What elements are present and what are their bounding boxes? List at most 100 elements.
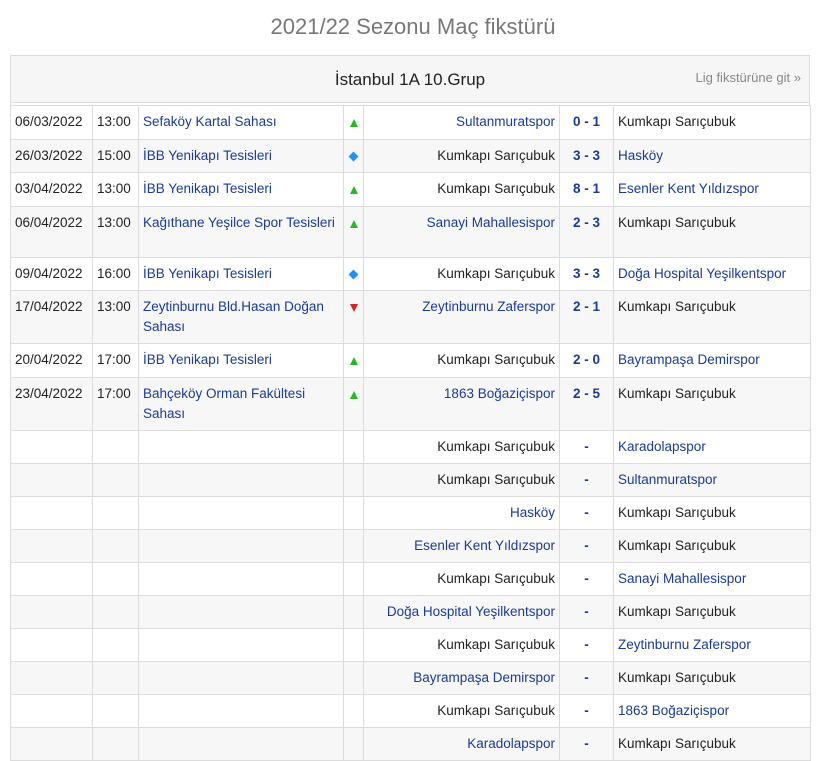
match-date-text: 26/03/2022: [15, 148, 83, 163]
fixture-body: 06/03/2022 13:00 Sefaköy Kartal Sahası Sult…: [10, 105, 811, 761]
home-team-text[interactable]: Sultanmuratspor: [456, 114, 555, 129]
away-team-text: Kumkapı Sarıçubuk: [618, 386, 736, 401]
match-time: 13:00: [92, 206, 139, 258]
result-empty: [343, 628, 364, 662]
match-venue[interactable]: Sefaköy Kartal Sahası: [138, 105, 344, 140]
match-date-text: 06/04/2022: [15, 215, 83, 230]
diamond-icon: [348, 269, 359, 280]
away-team-text[interactable]: Karadolapspor: [618, 439, 706, 454]
match-venue-text[interactable]: İBB Yenikapı Tesisleri: [143, 266, 272, 281]
match-score-text: 2 - 1: [572, 299, 600, 314]
match-date-text: 17/04/2022: [15, 299, 83, 314]
home-team[interactable]: Zeytinburnu Zaferspor: [363, 290, 560, 344]
away-team[interactable]: Zeytinburnu Zaferspor: [613, 628, 811, 662]
away-team-text[interactable]: Hasköy: [618, 148, 663, 163]
match-score-text: -: [584, 703, 589, 718]
match-score: 2 - 3: [559, 206, 614, 258]
match-venue-text[interactable]: Zeytinburnu Bld.Hasan Doğan Sahası: [143, 299, 324, 334]
match-venue[interactable]: Zeytinburnu Bld.Hasan Doğan Sahası: [138, 290, 344, 344]
match-date: 09/04/2022: [10, 257, 93, 291]
match-score-text: 8 - 1: [572, 181, 600, 196]
away-team[interactable]: Karadolapspor: [613, 430, 811, 464]
table-row: Karadolapspor - Kumkapı Sarıçubuk: [10, 727, 811, 761]
triangle-up-icon: [349, 220, 358, 228]
match-venue-text[interactable]: Bahçeköy Orman Fakültesi Sahası: [143, 386, 305, 421]
home-team[interactable]: Sultanmuratspor: [363, 105, 560, 140]
result-empty: [343, 661, 364, 695]
match-date: [10, 430, 93, 464]
match-score-text: -: [584, 472, 589, 487]
away-team[interactable]: Esenler Kent Yıldızspor: [613, 172, 811, 207]
fixture-panel: İstanbul 1A 10.Grup Lig fikstürüne git »…: [10, 55, 811, 761]
home-team: Kumkapı Sarıçubuk: [363, 463, 560, 497]
home-team[interactable]: Karadolapspor: [363, 727, 560, 761]
home-team-text[interactable]: Doğa Hospital Yeşilkentspor: [387, 604, 555, 619]
page-title: 2021/22 Sezonu Maç fikstürü: [270, 14, 556, 39]
match-venue: [138, 628, 344, 662]
match-score-text: 2 - 0: [572, 352, 600, 367]
away-team-text[interactable]: 1863 Boğaziçispor: [618, 703, 729, 718]
away-team[interactable]: 1863 Boğaziçispor: [613, 694, 811, 728]
match-venue-text[interactable]: İBB Yenikapı Tesisleri: [143, 181, 272, 196]
away-team-text[interactable]: Esenler Kent Yıldızspor: [618, 181, 759, 196]
table-row: Kumkapı Sarıçubuk - Karadolapspor: [10, 430, 811, 464]
away-team-text: Kumkapı Sarıçubuk: [618, 299, 736, 314]
away-team: Kumkapı Sarıçubuk: [613, 727, 811, 761]
match-venue-text[interactable]: İBB Yenikapı Tesisleri: [143, 148, 272, 163]
home-team-text[interactable]: Karadolapspor: [467, 736, 555, 751]
match-venue: [138, 595, 344, 629]
away-team[interactable]: Bayrampaşa Demirspor: [613, 343, 811, 378]
result-draw-icon: [343, 257, 364, 291]
match-venue[interactable]: Kağıthane Yeşilce Spor Tesisleri: [138, 206, 344, 258]
match-venue[interactable]: İBB Yenikapı Tesisleri: [138, 257, 344, 291]
result-win-icon: [343, 206, 364, 258]
home-team-text[interactable]: 1863 Boğaziçispor: [444, 386, 555, 401]
match-venue-text[interactable]: Kağıthane Yeşilce Spor Tesisleri: [143, 215, 335, 230]
home-team[interactable]: Hasköy: [363, 496, 560, 530]
home-team-text[interactable]: Sanayi Mahallesispor: [427, 215, 555, 230]
away-team-text[interactable]: Sultanmuratspor: [618, 472, 717, 487]
match-score: 3 - 3: [559, 257, 614, 291]
match-time: [92, 628, 139, 662]
away-team[interactable]: Sanayi Mahallesispor: [613, 562, 811, 596]
match-venue-text[interactable]: Sefaköy Kartal Sahası: [143, 114, 277, 129]
home-team-text[interactable]: Zeytinburnu Zaferspor: [422, 299, 555, 314]
match-score: -: [559, 727, 614, 761]
match-venue[interactable]: İBB Yenikapı Tesisleri: [138, 343, 344, 378]
match-venue[interactable]: İBB Yenikapı Tesisleri: [138, 172, 344, 207]
away-team[interactable]: Hasköy: [613, 139, 811, 173]
home-team-text[interactable]: Hasköy: [510, 505, 555, 520]
result-empty: [343, 727, 364, 761]
match-date: [10, 595, 93, 629]
away-team[interactable]: Sultanmuratspor: [613, 463, 811, 497]
away-team-text[interactable]: Doğa Hospital Yeşilkentspor: [618, 266, 786, 281]
away-team-text[interactable]: Sanayi Mahallesispor: [618, 571, 746, 586]
match-venue[interactable]: İBB Yenikapı Tesisleri: [138, 139, 344, 173]
home-team[interactable]: Doğa Hospital Yeşilkentspor: [363, 595, 560, 629]
match-date: [10, 463, 93, 497]
away-team-text[interactable]: Bayrampaşa Demirspor: [618, 352, 760, 367]
match-score: -: [559, 562, 614, 596]
away-team-text: Kumkapı Sarıçubuk: [618, 736, 736, 751]
table-row: Kumkapı Sarıçubuk - Sultanmuratspor: [10, 463, 811, 497]
home-team[interactable]: 1863 Boğaziçispor: [363, 377, 560, 431]
away-team-text: Kumkapı Sarıçubuk: [618, 604, 736, 619]
away-team-text[interactable]: Zeytinburnu Zaferspor: [618, 637, 751, 652]
match-time-text: 13:00: [97, 114, 131, 129]
home-team[interactable]: Bayrampaşa Demirspor: [363, 661, 560, 695]
league-fixture-link[interactable]: Lig fikstürüne git »: [695, 70, 801, 85]
home-team-text[interactable]: Esenler Kent Yıldızspor: [414, 538, 555, 553]
home-team-text[interactable]: Bayrampaşa Demirspor: [413, 670, 555, 685]
match-time: 13:00: [92, 105, 139, 140]
home-team[interactable]: Esenler Kent Yıldızspor: [363, 529, 560, 563]
result-empty: [343, 463, 364, 497]
match-date: 26/03/2022: [10, 139, 93, 173]
match-venue[interactable]: Bahçeköy Orman Fakültesi Sahası: [138, 377, 344, 431]
table-row: 26/03/2022 15:00 İBB Yenikapı Tesisleri Kum…: [10, 139, 811, 173]
home-team[interactable]: Sanayi Mahallesispor: [363, 206, 560, 258]
match-venue-text[interactable]: İBB Yenikapı Tesisleri: [143, 352, 272, 367]
match-score: 0 - 1: [559, 105, 614, 140]
away-team: Kumkapı Sarıçubuk: [613, 105, 811, 140]
match-score-text: -: [584, 571, 589, 586]
away-team[interactable]: Doğa Hospital Yeşilkentspor: [613, 257, 811, 291]
